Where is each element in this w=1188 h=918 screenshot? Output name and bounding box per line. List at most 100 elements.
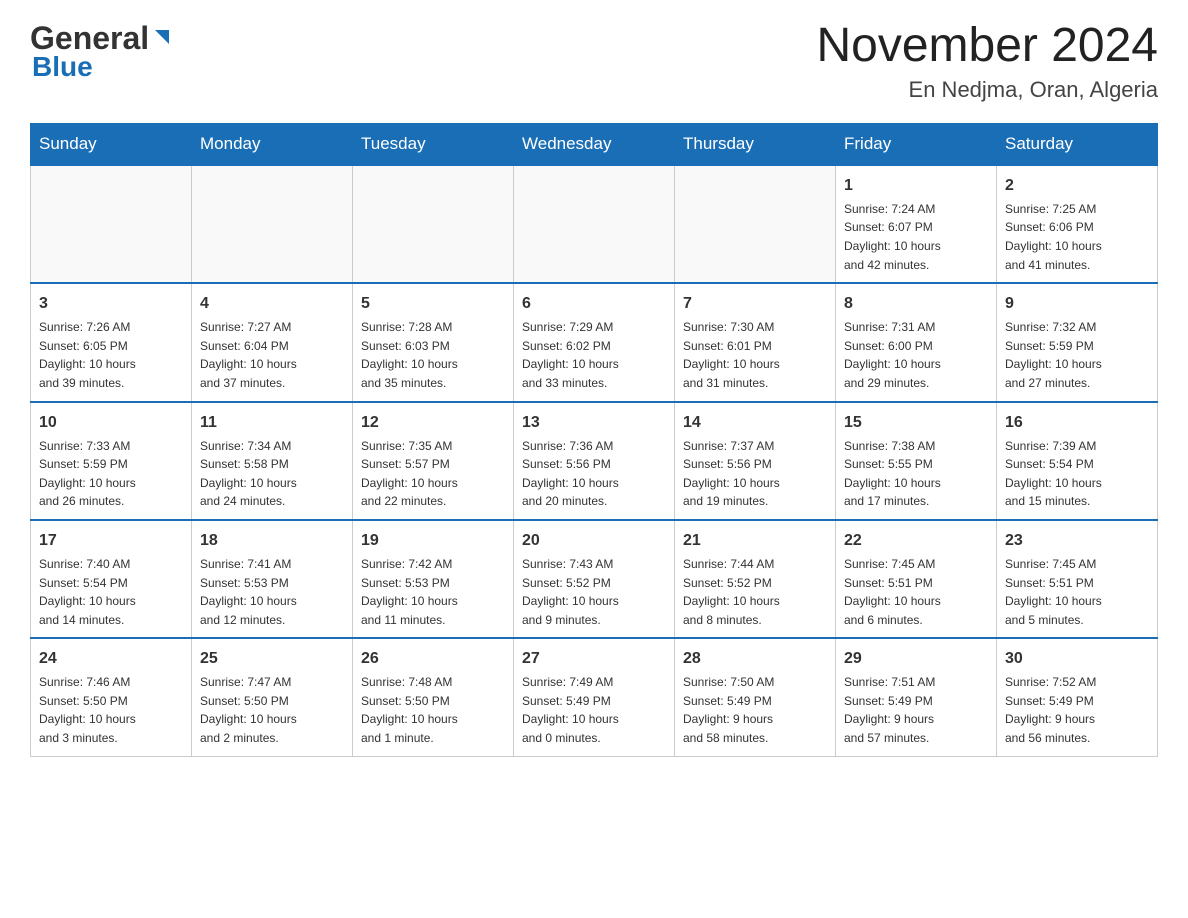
day-info: Sunrise: 7:36 AM Sunset: 5:56 PM Dayligh… — [522, 437, 666, 511]
page-header: General Blue November 2024 En Nedjma, Or… — [30, 20, 1158, 103]
day-info: Sunrise: 7:52 AM Sunset: 5:49 PM Dayligh… — [1005, 673, 1149, 747]
calendar-cell — [192, 165, 353, 283]
calendar-cell: 11Sunrise: 7:34 AM Sunset: 5:58 PM Dayli… — [192, 402, 353, 520]
day-number: 2 — [1005, 174, 1149, 198]
day-number: 21 — [683, 529, 827, 553]
calendar-cell: 3Sunrise: 7:26 AM Sunset: 6:05 PM Daylig… — [31, 283, 192, 401]
calendar-cell: 4Sunrise: 7:27 AM Sunset: 6:04 PM Daylig… — [192, 283, 353, 401]
day-info: Sunrise: 7:48 AM Sunset: 5:50 PM Dayligh… — [361, 673, 505, 747]
day-number: 8 — [844, 292, 988, 316]
calendar-cell: 15Sunrise: 7:38 AM Sunset: 5:55 PM Dayli… — [836, 402, 997, 520]
calendar-cell — [675, 165, 836, 283]
weekday-header-friday: Friday — [836, 123, 997, 165]
day-number: 30 — [1005, 647, 1149, 671]
day-number: 15 — [844, 411, 988, 435]
logo: General Blue — [30, 20, 173, 83]
weekday-header-sunday: Sunday — [31, 123, 192, 165]
calendar-cell: 24Sunrise: 7:46 AM Sunset: 5:50 PM Dayli… — [31, 638, 192, 756]
day-info: Sunrise: 7:32 AM Sunset: 5:59 PM Dayligh… — [1005, 318, 1149, 392]
calendar-cell: 2Sunrise: 7:25 AM Sunset: 6:06 PM Daylig… — [997, 165, 1158, 283]
title-block: November 2024 En Nedjma, Oran, Algeria — [816, 20, 1158, 103]
day-number: 23 — [1005, 529, 1149, 553]
day-info: Sunrise: 7:45 AM Sunset: 5:51 PM Dayligh… — [1005, 555, 1149, 629]
day-number: 17 — [39, 529, 183, 553]
day-info: Sunrise: 7:24 AM Sunset: 6:07 PM Dayligh… — [844, 200, 988, 274]
day-number: 14 — [683, 411, 827, 435]
calendar-cell: 18Sunrise: 7:41 AM Sunset: 5:53 PM Dayli… — [192, 520, 353, 638]
day-info: Sunrise: 7:42 AM Sunset: 5:53 PM Dayligh… — [361, 555, 505, 629]
calendar-cell: 13Sunrise: 7:36 AM Sunset: 5:56 PM Dayli… — [514, 402, 675, 520]
day-info: Sunrise: 7:45 AM Sunset: 5:51 PM Dayligh… — [844, 555, 988, 629]
day-number: 16 — [1005, 411, 1149, 435]
calendar-cell: 29Sunrise: 7:51 AM Sunset: 5:49 PM Dayli… — [836, 638, 997, 756]
day-number: 27 — [522, 647, 666, 671]
day-info: Sunrise: 7:41 AM Sunset: 5:53 PM Dayligh… — [200, 555, 344, 629]
day-number: 26 — [361, 647, 505, 671]
day-info: Sunrise: 7:29 AM Sunset: 6:02 PM Dayligh… — [522, 318, 666, 392]
day-number: 7 — [683, 292, 827, 316]
calendar-cell: 26Sunrise: 7:48 AM Sunset: 5:50 PM Dayli… — [353, 638, 514, 756]
day-number: 6 — [522, 292, 666, 316]
calendar-cell: 27Sunrise: 7:49 AM Sunset: 5:49 PM Dayli… — [514, 638, 675, 756]
calendar-cell: 22Sunrise: 7:45 AM Sunset: 5:51 PM Dayli… — [836, 520, 997, 638]
week-row-5: 24Sunrise: 7:46 AM Sunset: 5:50 PM Dayli… — [31, 638, 1158, 756]
day-info: Sunrise: 7:47 AM Sunset: 5:50 PM Dayligh… — [200, 673, 344, 747]
day-info: Sunrise: 7:38 AM Sunset: 5:55 PM Dayligh… — [844, 437, 988, 511]
day-info: Sunrise: 7:39 AM Sunset: 5:54 PM Dayligh… — [1005, 437, 1149, 511]
day-info: Sunrise: 7:33 AM Sunset: 5:59 PM Dayligh… — [39, 437, 183, 511]
week-row-1: 1Sunrise: 7:24 AM Sunset: 6:07 PM Daylig… — [31, 165, 1158, 283]
day-number: 22 — [844, 529, 988, 553]
day-number: 25 — [200, 647, 344, 671]
calendar-cell: 16Sunrise: 7:39 AM Sunset: 5:54 PM Dayli… — [997, 402, 1158, 520]
calendar-cell: 19Sunrise: 7:42 AM Sunset: 5:53 PM Dayli… — [353, 520, 514, 638]
day-number: 9 — [1005, 292, 1149, 316]
day-info: Sunrise: 7:43 AM Sunset: 5:52 PM Dayligh… — [522, 555, 666, 629]
location-subtitle: En Nedjma, Oran, Algeria — [816, 77, 1158, 103]
day-number: 29 — [844, 647, 988, 671]
day-number: 18 — [200, 529, 344, 553]
day-info: Sunrise: 7:49 AM Sunset: 5:49 PM Dayligh… — [522, 673, 666, 747]
calendar-cell: 9Sunrise: 7:32 AM Sunset: 5:59 PM Daylig… — [997, 283, 1158, 401]
calendar-cell: 21Sunrise: 7:44 AM Sunset: 5:52 PM Dayli… — [675, 520, 836, 638]
day-info: Sunrise: 7:37 AM Sunset: 5:56 PM Dayligh… — [683, 437, 827, 511]
calendar-cell: 30Sunrise: 7:52 AM Sunset: 5:49 PM Dayli… — [997, 638, 1158, 756]
calendar-cell: 1Sunrise: 7:24 AM Sunset: 6:07 PM Daylig… — [836, 165, 997, 283]
day-info: Sunrise: 7:34 AM Sunset: 5:58 PM Dayligh… — [200, 437, 344, 511]
day-number: 1 — [844, 174, 988, 198]
day-number: 4 — [200, 292, 344, 316]
day-number: 20 — [522, 529, 666, 553]
calendar-cell: 17Sunrise: 7:40 AM Sunset: 5:54 PM Dayli… — [31, 520, 192, 638]
day-number: 13 — [522, 411, 666, 435]
day-info: Sunrise: 7:46 AM Sunset: 5:50 PM Dayligh… — [39, 673, 183, 747]
calendar-cell — [514, 165, 675, 283]
day-number: 10 — [39, 411, 183, 435]
weekday-header-row: SundayMondayTuesdayWednesdayThursdayFrid… — [31, 123, 1158, 165]
day-info: Sunrise: 7:31 AM Sunset: 6:00 PM Dayligh… — [844, 318, 988, 392]
calendar-cell: 28Sunrise: 7:50 AM Sunset: 5:49 PM Dayli… — [675, 638, 836, 756]
week-row-4: 17Sunrise: 7:40 AM Sunset: 5:54 PM Dayli… — [31, 520, 1158, 638]
weekday-header-saturday: Saturday — [997, 123, 1158, 165]
weekday-header-wednesday: Wednesday — [514, 123, 675, 165]
day-info: Sunrise: 7:27 AM Sunset: 6:04 PM Dayligh… — [200, 318, 344, 392]
calendar-cell: 10Sunrise: 7:33 AM Sunset: 5:59 PM Dayli… — [31, 402, 192, 520]
day-number: 24 — [39, 647, 183, 671]
day-number: 12 — [361, 411, 505, 435]
day-info: Sunrise: 7:25 AM Sunset: 6:06 PM Dayligh… — [1005, 200, 1149, 274]
calendar-cell: 20Sunrise: 7:43 AM Sunset: 5:52 PM Dayli… — [514, 520, 675, 638]
logo-blue: Blue — [32, 51, 93, 83]
day-info: Sunrise: 7:28 AM Sunset: 6:03 PM Dayligh… — [361, 318, 505, 392]
calendar-cell: 23Sunrise: 7:45 AM Sunset: 5:51 PM Dayli… — [997, 520, 1158, 638]
weekday-header-monday: Monday — [192, 123, 353, 165]
calendar-table: SundayMondayTuesdayWednesdayThursdayFrid… — [30, 123, 1158, 757]
day-number: 28 — [683, 647, 827, 671]
calendar-cell: 5Sunrise: 7:28 AM Sunset: 6:03 PM Daylig… — [353, 283, 514, 401]
day-number: 5 — [361, 292, 505, 316]
month-year-title: November 2024 — [816, 20, 1158, 73]
day-info: Sunrise: 7:51 AM Sunset: 5:49 PM Dayligh… — [844, 673, 988, 747]
calendar-cell: 12Sunrise: 7:35 AM Sunset: 5:57 PM Dayli… — [353, 402, 514, 520]
day-info: Sunrise: 7:35 AM Sunset: 5:57 PM Dayligh… — [361, 437, 505, 511]
day-info: Sunrise: 7:50 AM Sunset: 5:49 PM Dayligh… — [683, 673, 827, 747]
day-number: 3 — [39, 292, 183, 316]
calendar-cell: 7Sunrise: 7:30 AM Sunset: 6:01 PM Daylig… — [675, 283, 836, 401]
day-number: 19 — [361, 529, 505, 553]
